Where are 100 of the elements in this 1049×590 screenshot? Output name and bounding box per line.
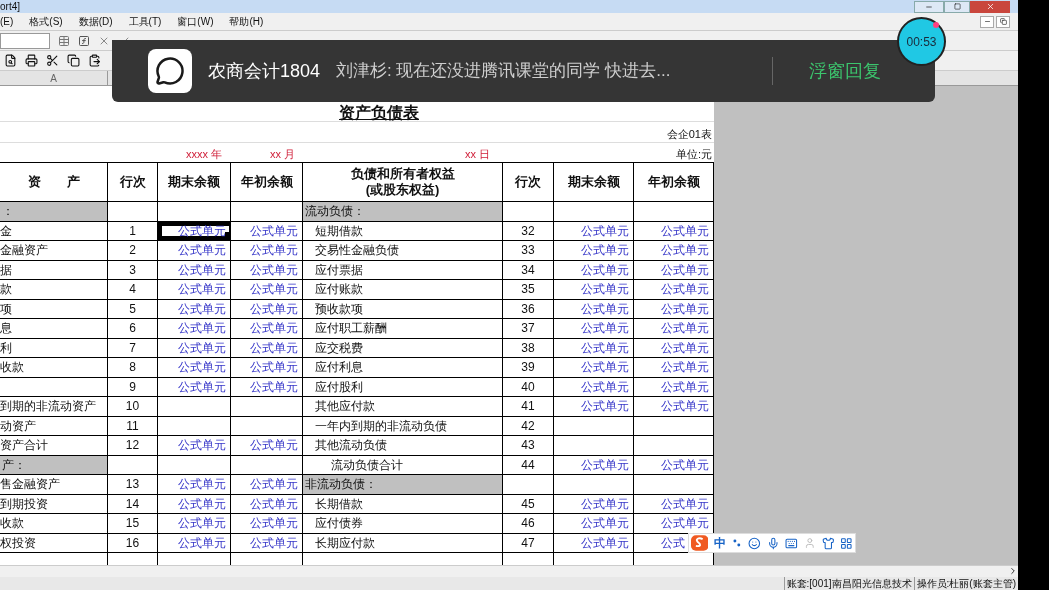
table-cell: 3 [108, 260, 158, 279]
table-cell: 44 [503, 455, 554, 474]
table-cell: 资产合计 [0, 436, 108, 455]
table-cell: 应付利息 [303, 358, 503, 377]
table-cell: 39 [503, 358, 554, 377]
table-cell: 应付股利 [303, 377, 503, 396]
table-cell: 2 [108, 241, 158, 260]
table-cell: 公式单元 [634, 260, 714, 279]
table-cell: 预收款项 [303, 299, 503, 318]
table-cell: 流动负债合计 [303, 455, 503, 474]
table-cell: 应交税费 [303, 338, 503, 357]
table-cell: 公式单元 [554, 494, 634, 513]
unit-text: 单位:元 [675, 146, 713, 162]
form-number: 会企01表 [666, 126, 712, 142]
table-cell: 据 [0, 260, 108, 279]
table-cell: 应付债券 [303, 514, 503, 533]
menu-item[interactable]: 窗口(W) [177, 16, 214, 27]
table-cell: 公式单元 [231, 514, 303, 533]
table-cell: 7 [108, 338, 158, 357]
menu-item[interactable]: (E) [0, 16, 14, 27]
table-cell: 公式单元 [634, 377, 714, 396]
table-cell: 公式单元 [158, 494, 231, 513]
day-text: xx 日 [465, 146, 491, 162]
table-cell: 公式单元 [634, 455, 714, 474]
table-cell: 36 [503, 299, 554, 318]
table-cell: 非流动负债： [303, 475, 503, 494]
menu-item[interactable]: 工具(T) [128, 16, 162, 27]
table-cell: 45 [503, 494, 554, 513]
table-cell: 公式单元 [231, 338, 303, 357]
table-cell: 公式单元 [158, 299, 231, 318]
status-text: 账套:[001]南昌阳光信息技术 [783, 577, 914, 590]
table-cell: ： [0, 202, 108, 221]
input-mode-toggle[interactable]: 中 [714, 534, 727, 552]
table-cell: 收款 [0, 358, 108, 377]
table-cell: 公式单元 [158, 280, 231, 299]
table-cell: 32 [503, 221, 554, 240]
table-cell: 公式单元 [231, 494, 303, 513]
column-header: 负债和所有者权益 (或股东权益) [303, 163, 503, 201]
table-cell: 15 [108, 514, 158, 533]
table-cell: 公式单元 [634, 221, 714, 240]
column-header: 年初余额 [634, 163, 714, 201]
table-cell: 38 [503, 338, 554, 357]
column-header: 年初余额 [231, 163, 303, 201]
table-cell: 公式单元 [634, 514, 714, 533]
table-cell: 公式单元 [554, 397, 634, 416]
table-cell: 交易性金融负债 [303, 241, 503, 260]
table-cell: 息 [0, 319, 108, 338]
table-cell: 动资产 [0, 416, 108, 435]
table-cell: 公式单元 [554, 221, 634, 240]
table-cell: 公式单元 [231, 319, 303, 338]
table-cell: 到期投资 [0, 494, 108, 513]
table-cell: 到期的非流动资产 [0, 397, 108, 416]
table-cell: 利 [0, 338, 108, 357]
table-cell: 收款 [0, 514, 108, 533]
table-cell: 公式单元 [634, 280, 714, 299]
table-cell: 11 [108, 416, 158, 435]
table-cell: 37 [503, 319, 554, 338]
column-header: 资 产 [0, 163, 108, 201]
table-cell: 短期借款 [303, 221, 503, 240]
table-cell: 9 [108, 377, 158, 396]
table-cell: 公式单元 [554, 280, 634, 299]
table-cell: 公式单元 [554, 514, 634, 533]
table-cell: 47 [503, 533, 554, 552]
table-cell: 公式单元 [158, 319, 231, 338]
table-cell: 公式单元 [554, 455, 634, 474]
table-cell: 公式单元 [554, 358, 634, 377]
table-cell: 公式单元 [158, 377, 231, 396]
table-cell: 款 [0, 280, 108, 299]
column-header: 行次 [108, 163, 158, 201]
table-cell: 公式单元 [554, 241, 634, 260]
table-cell: 公式单元 [634, 241, 714, 260]
window-title: ort4] [0, 1, 20, 12]
table-cell: 8 [108, 358, 158, 377]
table-cell: 金 [0, 221, 108, 240]
group-name: 农商会计1804 [208, 59, 321, 83]
table-cell: 应付票据 [303, 260, 503, 279]
table-cell: 公式单元 [554, 299, 634, 318]
table-cell: 46 [503, 514, 554, 533]
table-cell: 一年内到期的非流动负债 [303, 416, 503, 435]
table-cell: 金融资产 [0, 241, 108, 260]
table-cell: 16 [108, 533, 158, 552]
table-cell: 10 [108, 397, 158, 416]
table-cell: 长期应付款 [303, 533, 503, 552]
message-preview: 刘津杉: 现在还没进腾讯课堂的同学 快进去... [336, 60, 672, 83]
table-cell: 14 [108, 494, 158, 513]
month-text: xx 月 [270, 146, 296, 162]
table-cell: 40 [503, 377, 554, 396]
menu-item[interactable]: 格式(S) [29, 16, 63, 27]
table-cell: 公式单元 [231, 280, 303, 299]
table-cell: 售金融资产 [0, 475, 108, 494]
menu-item[interactable]: 帮助(H) [229, 16, 264, 27]
table-cell: 流动负债： [303, 202, 503, 221]
menu-item[interactable]: 数据(D) [78, 16, 113, 27]
table-cell: 公式单元 [554, 533, 634, 552]
table-cell: 4 [108, 280, 158, 299]
column-header[interactable]: A [0, 71, 108, 85]
year-text: xxxx 年 [186, 146, 224, 162]
table-cell: 公式单元 [634, 338, 714, 357]
table-cell: 公式单元 [554, 319, 634, 338]
column-header: 期末余额 [554, 163, 634, 201]
